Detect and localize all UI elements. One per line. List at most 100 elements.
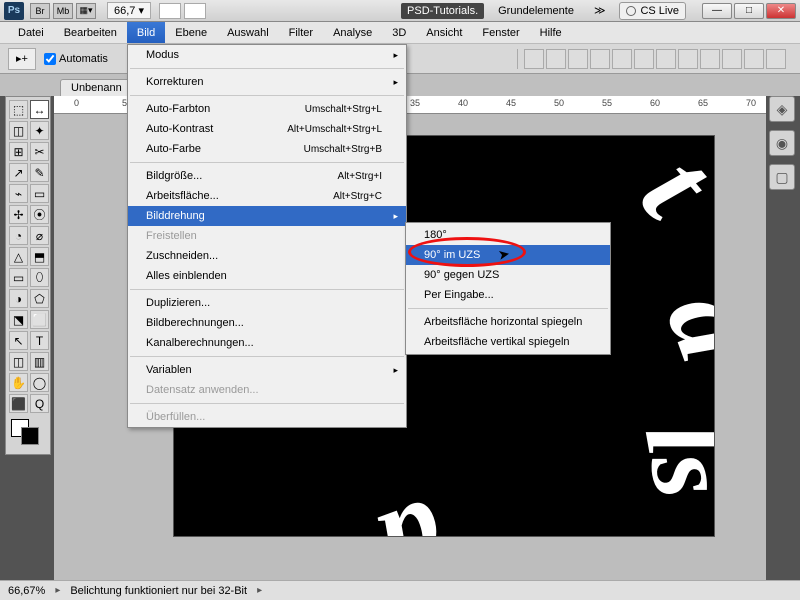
tool-button[interactable]: ◔	[9, 226, 28, 245]
tool-button[interactable]: ⬒	[30, 247, 49, 266]
background-swatch[interactable]	[21, 427, 39, 445]
align-button[interactable]	[612, 49, 632, 69]
align-button[interactable]	[656, 49, 676, 69]
arrange-button[interactable]	[184, 3, 206, 19]
workspace-active[interactable]: PSD-Tutorials.	[401, 3, 484, 19]
menu-hilfe[interactable]: Hilfe	[530, 22, 572, 43]
tool-button[interactable]: ⦿	[30, 205, 49, 224]
tool-button[interactable]: ⬔	[9, 310, 28, 329]
menu-modus[interactable]: Modus	[128, 45, 406, 65]
align-button[interactable]	[722, 49, 742, 69]
menu-bildgroesse[interactable]: Bildgröße...Alt+Strg+I	[128, 166, 406, 186]
menu-alles-einblenden[interactable]: Alles einblenden	[128, 266, 406, 286]
channels-panel-icon[interactable]: ◉	[769, 130, 795, 156]
bridge-button[interactable]: Br	[30, 3, 50, 19]
tool-button[interactable]: T	[30, 331, 49, 350]
tool-button[interactable]: ⬠	[30, 289, 49, 308]
menu-ansicht[interactable]: Ansicht	[416, 22, 472, 43]
menu-3d[interactable]: 3D	[382, 22, 416, 43]
rotate-180[interactable]: 180°	[406, 225, 610, 245]
rotate-arbitrary[interactable]: Per Eingabe...	[406, 285, 610, 305]
tool-button[interactable]: ⬛	[9, 394, 28, 413]
menu-bild[interactable]: Bild	[127, 22, 165, 43]
tool-button[interactable]: ⬚	[9, 100, 28, 119]
menu-zuschneiden[interactable]: Zuschneiden...	[128, 246, 406, 266]
paths-panel-icon[interactable]: ▢	[769, 164, 795, 190]
flip-horizontal[interactable]: Arbeitsfläche horizontal spiegeln	[406, 312, 610, 332]
menu-filter[interactable]: Filter	[279, 22, 323, 43]
tool-button[interactable]: ▭	[30, 184, 49, 203]
menu-auto-kontrast[interactable]: Auto-KontrastAlt+Umschalt+Strg+L	[128, 119, 406, 139]
tool-button[interactable]: ▥	[30, 352, 49, 371]
tool-button[interactable]: ⊞	[9, 142, 28, 161]
color-swatches[interactable]	[9, 419, 49, 451]
minibridge-button[interactable]: Mb	[53, 3, 73, 19]
tool-preset[interactable]: ▸+	[8, 48, 36, 70]
align-button[interactable]	[744, 49, 764, 69]
menu-auswahl[interactable]: Auswahl	[217, 22, 279, 43]
tool-button[interactable]: ↗	[9, 163, 28, 182]
tool-button[interactable]: ◫	[9, 121, 28, 140]
menu-ebene[interactable]: Ebene	[165, 22, 217, 43]
menu-bearbeiten[interactable]: Bearbeiten	[54, 22, 127, 43]
rotate-90-cw[interactable]: 90° im UZS	[406, 245, 610, 265]
align-button[interactable]	[766, 49, 786, 69]
maximize-button[interactable]: □	[734, 3, 764, 19]
menu-datei[interactable]: Datei	[8, 22, 54, 43]
tool-button[interactable]: ▭	[9, 268, 28, 287]
tool-button[interactable]: ✎	[30, 163, 49, 182]
tool-button[interactable]: ⬜	[30, 310, 49, 329]
menu-freistellen: Freistellen	[128, 226, 406, 246]
menu-korrekturen[interactable]: Korrekturen	[128, 72, 406, 92]
tool-button[interactable]: ✢	[9, 205, 28, 224]
menu-bildberechnungen[interactable]: Bildberechnungen...	[128, 313, 406, 333]
align-button[interactable]	[634, 49, 654, 69]
tool-button[interactable]: ↖	[9, 331, 28, 350]
menu-duplizieren[interactable]: Duplizieren...	[128, 293, 406, 313]
tool-button[interactable]: ✦	[30, 121, 49, 140]
zoom-level[interactable]: 66,7 ▾	[107, 2, 151, 19]
screen-mode-button[interactable]	[159, 3, 181, 19]
tool-button[interactable]: ↔	[30, 100, 49, 119]
tool-button[interactable]: ◫	[9, 352, 28, 371]
flip-vertical[interactable]: Arbeitsfläche vertikal spiegeln	[406, 332, 610, 352]
menu-bilddrehung[interactable]: Bilddrehung	[128, 206, 406, 226]
menu-auto-farbton[interactable]: Auto-FarbtonUmschalt+Strg+L	[128, 99, 406, 119]
menu-auto-farbe[interactable]: Auto-FarbeUmschalt+Strg+B	[128, 139, 406, 159]
minimize-button[interactable]: —	[702, 3, 732, 19]
workspace-more[interactable]: ≫	[588, 2, 612, 19]
status-arrow-icon[interactable]: ▸	[257, 585, 262, 596]
close-button[interactable]: ✕	[766, 3, 796, 19]
cslive-button[interactable]: CS Live	[619, 2, 686, 20]
menu-arbeitsflaeche[interactable]: Arbeitsfläche...Alt+Strg+C	[128, 186, 406, 206]
align-button[interactable]	[700, 49, 720, 69]
tool-button[interactable]: ◑	[9, 289, 28, 308]
status-zoom[interactable]: 66,67%	[8, 585, 45, 597]
menu-analyse[interactable]: Analyse	[323, 22, 382, 43]
menu-kanalberechnungen[interactable]: Kanalberechnungen...	[128, 333, 406, 353]
tool-button[interactable]: ⌀	[30, 226, 49, 245]
status-arrow-icon[interactable]: ▸	[55, 585, 60, 596]
menu-ueberfuellen: Überfüllen...	[128, 407, 406, 427]
tool-button[interactable]: ✂	[30, 142, 49, 161]
workspace-item[interactable]: Grundelemente	[492, 3, 580, 19]
align-button[interactable]	[678, 49, 698, 69]
status-bar: 66,67% ▸ Belichtung funktioniert nur bei…	[0, 580, 800, 600]
menu-variablen[interactable]: Variablen	[128, 360, 406, 380]
tool-button[interactable]: ◯	[30, 373, 49, 392]
align-button[interactable]	[546, 49, 566, 69]
layers-panel-icon[interactable]: ◈	[769, 96, 795, 122]
align-button[interactable]	[524, 49, 544, 69]
tool-button[interactable]: ⬯	[30, 268, 49, 287]
align-button[interactable]	[590, 49, 610, 69]
document-tab[interactable]: Unbenann	[60, 79, 133, 96]
tool-button[interactable]: △	[9, 247, 28, 266]
view-extras-button[interactable]: ▦▾	[76, 3, 96, 19]
tool-button[interactable]: ✋	[9, 373, 28, 392]
tool-button[interactable]: Q	[30, 394, 49, 413]
rotate-90-ccw[interactable]: 90° gegen UZS	[406, 265, 610, 285]
tool-button[interactable]: ⌁	[9, 184, 28, 203]
menu-fenster[interactable]: Fenster	[472, 22, 529, 43]
auto-select-checkbox[interactable]: Automatis	[44, 53, 108, 65]
align-button[interactable]	[568, 49, 588, 69]
